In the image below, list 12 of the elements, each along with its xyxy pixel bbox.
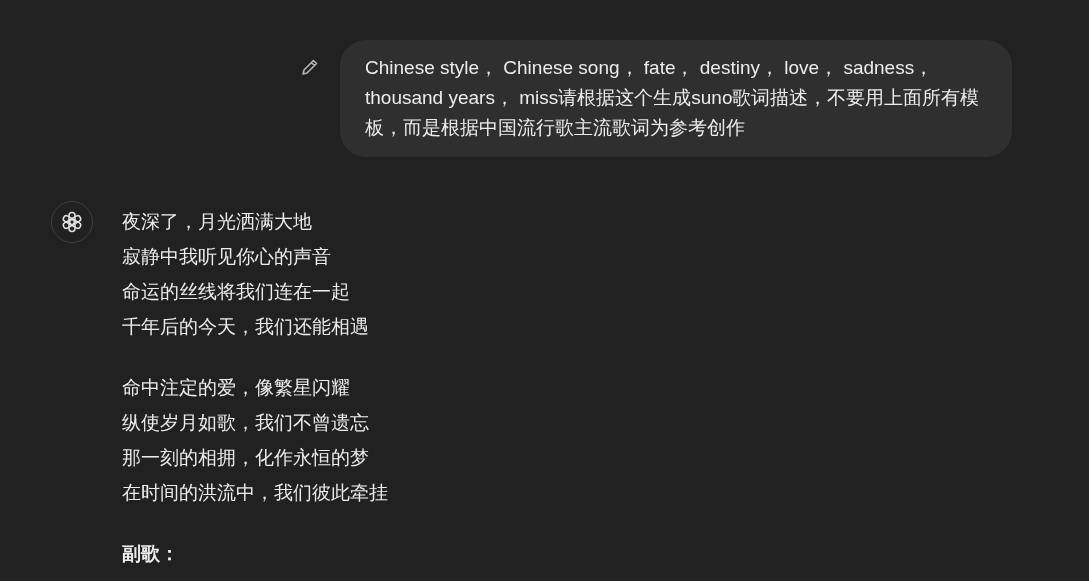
- lyric-line: 夜深了，月光洒满大地: [122, 210, 312, 234]
- knot-icon: [60, 210, 84, 234]
- lyric-line: 千年后的今天，我们还能相遇: [122, 315, 369, 339]
- lyric-line: 命运的丝线将我们连在一起: [122, 280, 350, 304]
- user-message: Chinese style， Chinese song， fate， destiny， love， sadness， thousand years， miss请根据这个生成suno歌词描述，不要用上面所有模板，而是根据中国流行歌主流歌词为参考创作: [340, 40, 1012, 157]
- lyric-line: 命中注定的爱，像繁星闪耀: [122, 376, 350, 400]
- lyric-line: 寂静中我听见你心的声音: [122, 245, 331, 269]
- section-heading: 副歌：: [122, 542, 179, 566]
- lyric-line: 在时间的洪流中，我们彼此牵挂: [122, 481, 388, 505]
- lyric-line: 纵使岁月如歌，我们不曾遗忘: [122, 411, 369, 435]
- lyric-line: 那一刻的相拥，化作永恒的梦: [122, 446, 369, 470]
- edit-icon[interactable]: [300, 57, 320, 77]
